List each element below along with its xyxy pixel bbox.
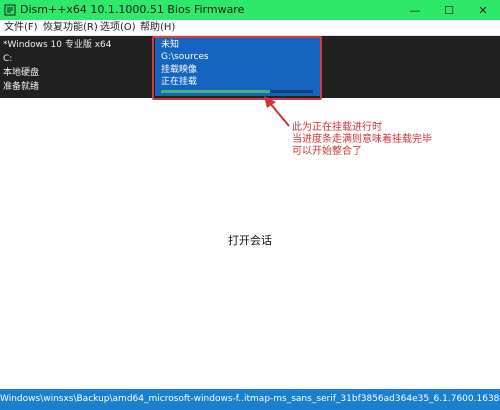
menu-options[interactable]: 选项(O) (100, 21, 136, 35)
system-status: 准备就绪 (3, 82, 40, 92)
status-text: Windows\winsxs\Backup\amd64_microsoft-wi… (0, 394, 500, 404)
os-drive: C: (3, 54, 13, 64)
menu-recovery[interactable]: 恢复功能(R) (43, 21, 98, 35)
mount-progress-bar (161, 90, 313, 93)
annotation-line: 可以开始整合了 (292, 146, 362, 157)
annotation-line: 当进度条走满则意味着挂载完毕 (292, 134, 432, 145)
image-operation: 挂载映像 (161, 65, 198, 75)
menu-help[interactable]: 帮助(H) (140, 21, 175, 35)
maximize-button[interactable]: ☐ (432, 0, 466, 20)
minimize-button[interactable]: — (398, 0, 432, 20)
title-bar[interactable]: Dism++x64 10.1.1000.51 Bios Firmware — ☐… (0, 0, 500, 20)
menu-file[interactable]: 文件(F) (4, 21, 38, 35)
image-name: 未知 (161, 40, 180, 50)
annotation-text: 此为正在挂载进行时 当进度条走满则意味着挂载完毕 可以开始整合了 (292, 122, 432, 158)
window-title: Dism++x64 10.1.1000.51 Bios Firmware (20, 3, 245, 16)
os-name: *Windows 10 专业版 x64 (3, 40, 112, 50)
annotation-line: 此为正在挂载进行时 (292, 122, 382, 133)
mount-progress-fill (161, 90, 271, 93)
session-info-system[interactable]: *Windows 10 专业版 x64 C: 本地硬盘 准备就绪 (0, 38, 155, 96)
image-status: 正在挂载 (161, 77, 198, 87)
app-icon (4, 4, 16, 16)
status-bar: Windows\winsxs\Backup\amd64_microsoft-wi… (0, 389, 500, 410)
session-info-image[interactable]: 未知 G:\sources 挂载映像 正在挂载 (155, 38, 320, 96)
close-button[interactable]: ✕ (466, 0, 500, 20)
menu-bar: 文件(F) 恢复功能(R) 选项(O) 帮助(H) (0, 20, 500, 36)
image-source-path: G:\sources (161, 52, 209, 62)
disk-type: 本地硬盘 (3, 68, 40, 78)
open-session-message: 打开会话 (228, 234, 272, 247)
dism-window: Dism++x64 10.1.1000.51 Bios Firmware — ☐… (0, 0, 500, 410)
